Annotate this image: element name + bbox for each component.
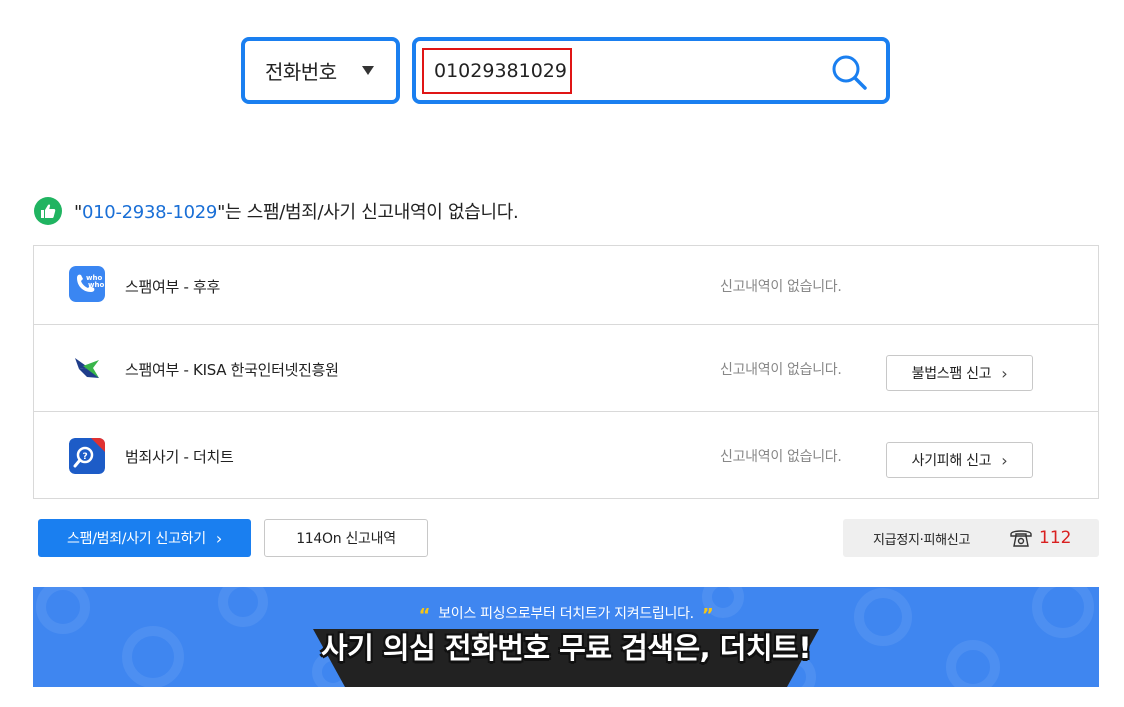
phone-icon [1010, 530, 1032, 547]
illegal-spam-report-label: 불법스팸 신고 [911, 366, 992, 382]
chevron-right-icon: › [215, 528, 222, 548]
banner-headline: 사기 의심 전화번호 무료 검색은, 더치트! [320, 631, 812, 665]
result-quote: " [74, 202, 82, 223]
search-type-select[interactable]: 전화번호 [241, 37, 400, 104]
chevron-right-icon: › [1001, 363, 1008, 383]
report-button-label: 스팸/범죄/사기 신고하기 [67, 531, 206, 547]
hotline-number: 112 [1039, 528, 1072, 548]
banner-slogan-text: 보이스 피싱으로부터 더치트가 지켜드립니다. [438, 606, 694, 622]
search-box [412, 37, 890, 104]
report-history-label: 114On 신고내역 [296, 531, 396, 547]
status-thecheat: 신고내역이 없습니다. [720, 449, 842, 465]
chevron-down-icon [362, 66, 374, 75]
result-row-thecheat: ? 범죄사기 - 더치트 신고내역이 없습니다. 사기피해 신고 › [34, 412, 1098, 499]
search-icon[interactable] [830, 53, 868, 91]
result-table: who who 스팸여부 - 후후 신고내역이 없습니다. 스팸여부 - KIS… [33, 245, 1099, 499]
status-kisa: 신고내역이 없습니다. [720, 362, 842, 378]
status-whowho: 신고내역이 없습니다. [720, 279, 842, 295]
search-input[interactable] [422, 48, 572, 94]
fraud-damage-report-label: 사기피해 신고 [911, 453, 992, 469]
illegal-spam-report-button[interactable]: 불법스팸 신고 › [886, 355, 1033, 391]
payment-stop-hotline[interactable]: 지급정지·피해신고 112 [843, 519, 1099, 557]
promo-banner[interactable]: “ 보이스 피싱으로부터 더치트가 지켜드립니다. ” 사기 의심 전화번호 무료 … [33, 587, 1099, 687]
result-row-whowho: who who 스팸여부 - 후후 신고내역이 없습니다. [34, 246, 1098, 325]
result-message: "010-2938-1029"는 스팸/범죄/사기 신고내역이 없습니다. [34, 197, 519, 225]
chevron-right-icon: › [1001, 450, 1008, 470]
result-text: "010-2938-1029"는 스팸/범죄/사기 신고내역이 없습니다. [74, 198, 519, 224]
whowho-app-icon: who who [69, 266, 105, 302]
app-name-thecheat: 범죄사기 - 더치트 [125, 448, 234, 466]
banner-slogan: “ 보이스 피싱으로부터 더치트가 지켜드립니다. ” [33, 603, 1099, 626]
report-spam-crime-fraud-button[interactable]: 스팸/범죄/사기 신고하기 › [38, 519, 251, 557]
result-row-kisa: 스팸여부 - KISA 한국인터넷진흥원 신고내역이 없습니다. 불법스팸 신고… [34, 325, 1098, 412]
search-type-label: 전화번호 [265, 60, 337, 84]
kisa-logo-icon [75, 358, 99, 378]
hotline-label: 지급정지·피해신고 [873, 532, 971, 548]
result-number: 010-2938-1029 [81, 202, 218, 223]
app-name-whowho: 스팸여부 - 후후 [125, 278, 221, 296]
thecheat-app-icon: ? [69, 438, 105, 474]
app-name-kisa: 스팸여부 - KISA 한국인터넷진흥원 [125, 361, 339, 379]
result-message-text: "는 스팸/범죄/사기 신고내역이 없습니다. [217, 202, 519, 223]
quote-icon: ” [701, 605, 714, 626]
report-history-button[interactable]: 114On 신고내역 [264, 519, 428, 557]
svg-text:who: who [88, 281, 104, 289]
thumbs-up-icon [34, 197, 62, 225]
quote-icon: “ [418, 605, 431, 626]
svg-text:?: ? [83, 452, 88, 462]
fraud-damage-report-button[interactable]: 사기피해 신고 › [886, 442, 1033, 478]
